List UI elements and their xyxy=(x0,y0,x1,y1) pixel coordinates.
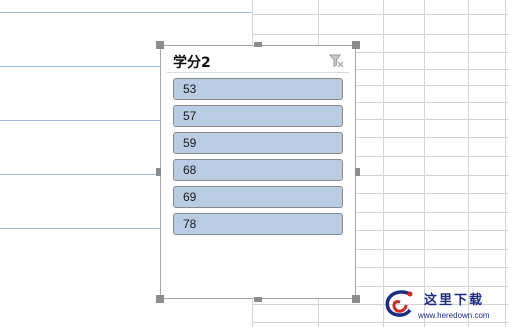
slicer-item-78[interactable]: 78 xyxy=(173,213,343,235)
logo-swirl-icon xyxy=(385,290,413,317)
resize-handle-right[interactable] xyxy=(355,168,360,176)
clear-filter-icon[interactable] xyxy=(327,52,345,70)
slicer-item-57[interactable]: 57 xyxy=(173,105,343,127)
gridline xyxy=(505,0,506,327)
gridline xyxy=(383,0,384,327)
gridline xyxy=(468,0,469,327)
slicer-header: 学分2 xyxy=(167,50,349,72)
resize-handle-bottom-left[interactable] xyxy=(156,295,164,303)
gridline xyxy=(252,14,509,15)
slicer-panel[interactable]: 学分2 53 57 59 68 69 78 xyxy=(160,45,356,299)
gridline xyxy=(252,34,509,35)
watermark-text: 这里下载 xyxy=(424,293,485,308)
header-divider xyxy=(167,72,349,73)
slicer-item-53[interactable]: 53 xyxy=(173,78,343,100)
resize-handle-top-right[interactable] xyxy=(352,41,360,49)
slicer-item-59[interactable]: 59 xyxy=(173,132,343,154)
resize-handle-top[interactable] xyxy=(254,42,262,47)
resize-handle-left[interactable] xyxy=(156,168,161,176)
gridline xyxy=(424,0,425,327)
watermark-logo: 这里下载 www.heredown.com xyxy=(380,286,505,324)
resize-handle-top-left[interactable] xyxy=(156,41,164,49)
resize-handle-bottom[interactable] xyxy=(254,297,262,302)
slicer-item-69[interactable]: 69 xyxy=(173,186,343,208)
resize-handle-bottom-right[interactable] xyxy=(352,295,360,303)
watermark-url: www.heredown.com xyxy=(418,311,490,320)
gridline xyxy=(0,12,252,13)
slicer-item-68[interactable]: 68 xyxy=(173,159,343,181)
slicer-title: 学分2 xyxy=(173,55,211,71)
